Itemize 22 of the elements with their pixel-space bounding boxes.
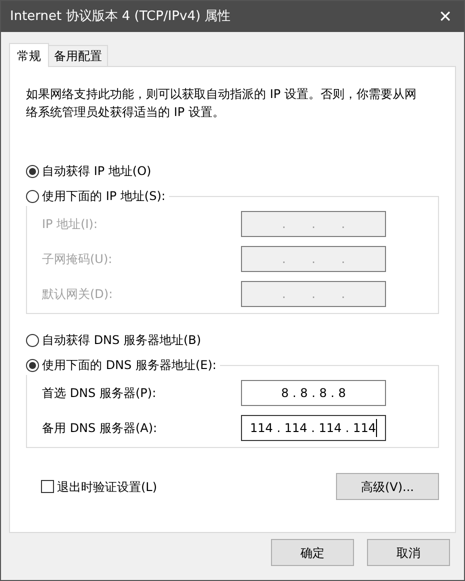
checkbox-option[interactable]: 退出时验证设置(L): [41, 478, 158, 496]
text-cursor: [376, 419, 377, 437]
ip-address-field[interactable]: 114 . 114 . 114 . 114: [241, 415, 386, 441]
window-title: Internet 协议版本 4 (TCP/IPv4) 属性: [10, 8, 231, 26]
field-label: 默认网关(D):: [42, 286, 113, 303]
radio-button[interactable]: [26, 334, 39, 346]
field-label: 备用 DNS 服务器(A):: [42, 420, 158, 437]
radio-button[interactable]: [26, 190, 39, 202]
dialog-button[interactable]: 取消: [367, 539, 450, 566]
radio-button[interactable]: [26, 164, 39, 178]
radio-button[interactable]: [26, 358, 39, 372]
close-button[interactable]: ✕: [438, 8, 452, 24]
field-label: IP 地址(I):: [42, 216, 98, 233]
description-text: 如果网络支持此功能，则可以获取自动指派的 IP 设置。否则，你需要从网络系统管理员处获得适当的 IP 设置。: [26, 86, 418, 121]
advanced-button[interactable]: 高级(V)...: [336, 473, 439, 500]
checkbox[interactable]: [41, 480, 54, 493]
ip-address-field[interactable]: 8 . 8 . 8 . 8: [241, 380, 386, 406]
tab[interactable]: 备用配置: [49, 45, 108, 66]
field-label: 子网掩码(U):: [42, 251, 112, 268]
tab[interactable]: 常规: [9, 43, 49, 67]
dialog-button[interactable]: 确定: [271, 539, 354, 566]
field-label: 首选 DNS 服务器(P):: [42, 385, 156, 402]
